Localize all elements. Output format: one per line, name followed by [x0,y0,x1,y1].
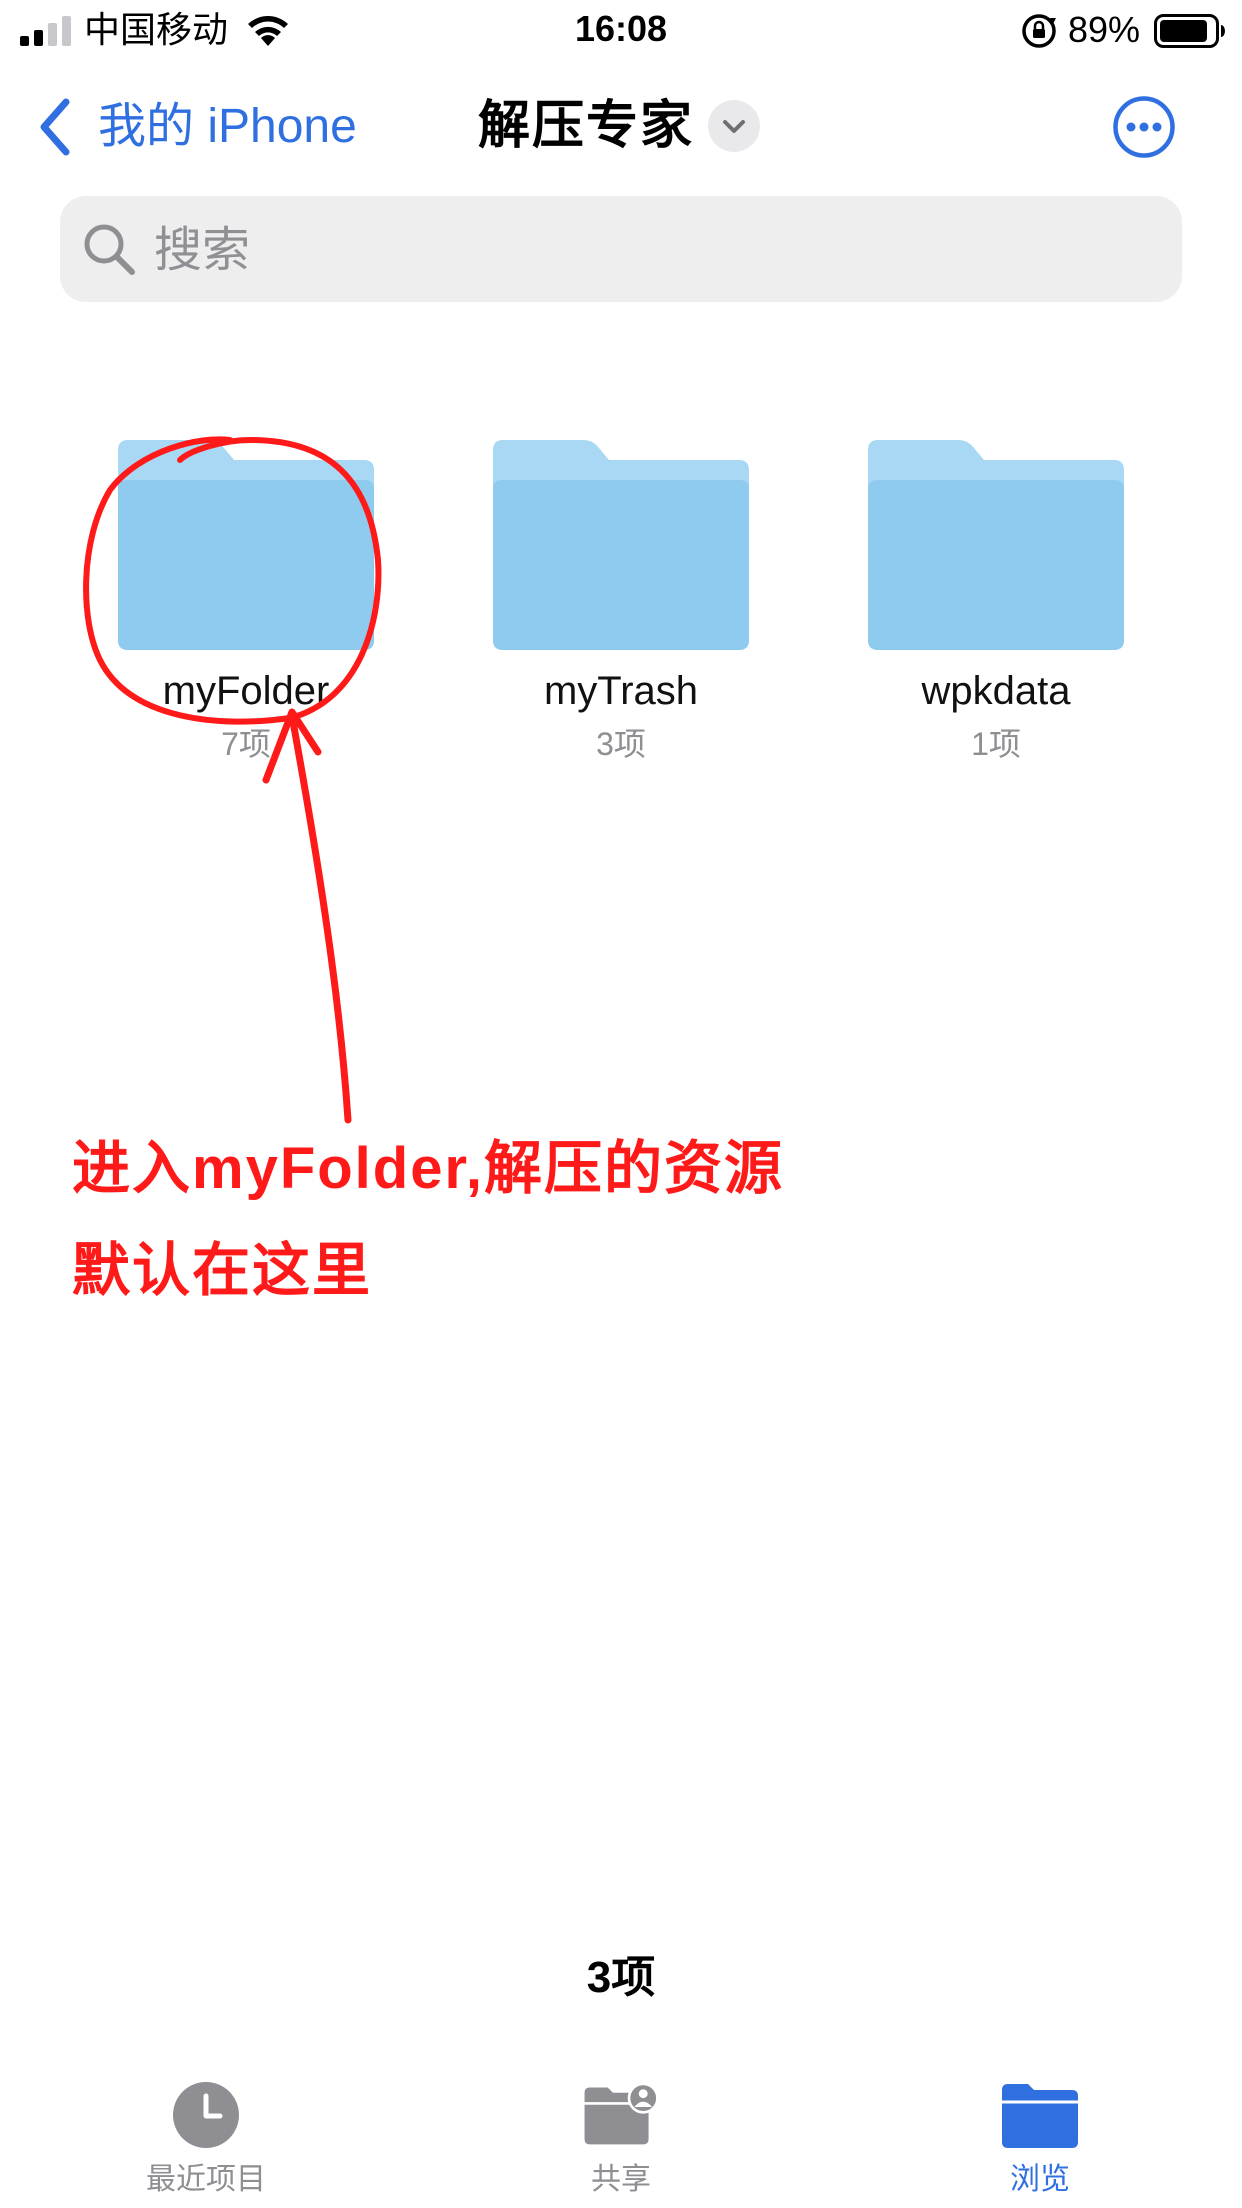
folder-icon [1002,2084,1078,2148]
orientation-lock-icon [1022,14,1056,48]
tab-browse[interactable]: 浏览 [910,2054,1170,2208]
tab-bar: 最近项目 共享 浏览 [0,2054,1242,2208]
search-input[interactable] [152,216,1136,284]
folder-item-count: 1项 [971,726,1021,762]
annotation-text: 默认在这里 [72,1238,373,1303]
tab-shared[interactable]: 共享 [491,2054,751,2208]
page-title[interactable]: 解压专家 [478,94,694,158]
annotation-text: 进入myFolder,解压的资源 [72,1136,784,1201]
folder-name: myTrash [543,669,699,713]
tab-label: 最近项目 [146,2163,266,2196]
shared-folder-icon [584,2082,659,2145]
status-bar: 中国移动 16:08 89% [0,0,1242,62]
chevron-down-icon [723,120,745,133]
folder-item[interactable]: myFolder 7项 [101,440,391,764]
item-count: 3项 [586,1953,656,2002]
folder-item-count: 3项 [596,726,646,762]
folder-icon [118,440,374,650]
folder-name: myFolder [162,669,330,713]
folder-item[interactable]: myTrash 3项 [476,440,766,764]
folder-item-count: 7项 [221,726,271,762]
search-bar[interactable] [60,196,1182,302]
tab-label: 共享 [591,2163,651,2196]
annotation-overlay [83,436,382,1124]
folder-icon [868,440,1124,650]
battery-percentage: 89% [1068,9,1141,50]
folder-item[interactable]: wpkdata 1项 [851,440,1141,764]
clock-icon [173,2082,239,2148]
folder-name: wpkdata [921,669,1071,713]
back-button[interactable]: 我的 iPhone [98,96,357,158]
tab-recents[interactable]: 最近项目 [76,2054,336,2208]
folder-icon [493,440,749,650]
tab-label: 浏览 [1010,2163,1070,2196]
title-menu-button[interactable] [708,100,760,152]
more-options-button[interactable] [1112,95,1176,159]
back-chevron-icon[interactable] [36,96,76,158]
battery-icon [1154,14,1225,48]
search-icon [84,224,135,275]
annotation-arrow [288,712,352,1124]
